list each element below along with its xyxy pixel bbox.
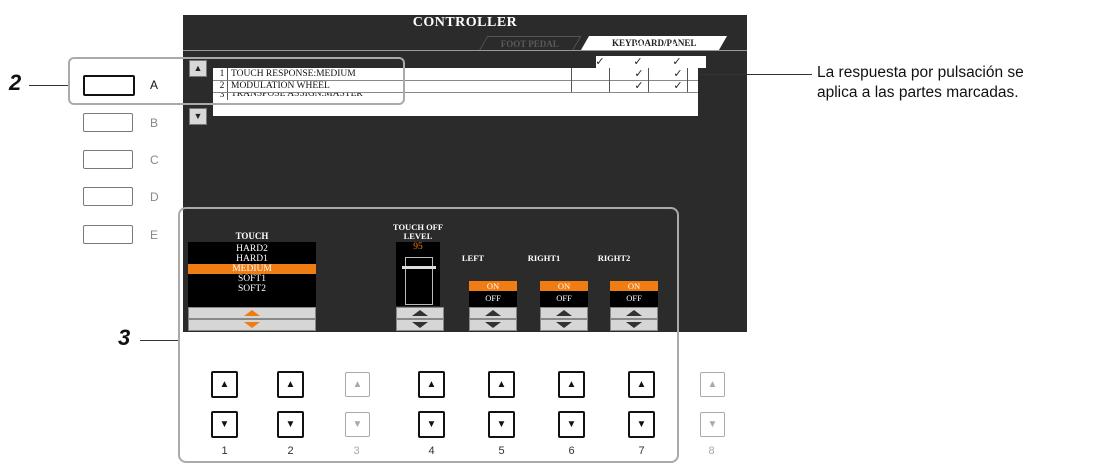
side-button-e-label: E xyxy=(150,228,159,242)
column-header-r2: R2 xyxy=(670,40,682,50)
button-number: 4 xyxy=(428,445,435,457)
button-7-up[interactable]: ▲ xyxy=(628,371,655,398)
header-check-r1[interactable]: ✓ xyxy=(618,56,658,68)
column-header-r1: R1 xyxy=(633,40,645,50)
button-5-down[interactable]: ▼ xyxy=(488,411,515,438)
screen-title: CONTROLLER xyxy=(412,15,518,30)
button-3-down[interactable]: ▼ xyxy=(345,412,370,437)
side-button-d[interactable] xyxy=(83,187,133,206)
header-check-left[interactable]: ✓ xyxy=(580,56,620,68)
tab-foot-pedal[interactable]: FOOT PEDAL xyxy=(478,36,582,51)
button-number: 7 xyxy=(638,445,645,457)
check-r2[interactable]: ✓ xyxy=(658,80,698,92)
side-button-b[interactable] xyxy=(83,113,133,132)
button-number: 2 xyxy=(287,445,294,457)
check-r1[interactable]: ✓ xyxy=(619,68,659,80)
side-button-c[interactable] xyxy=(83,150,133,169)
side-button-c-label: C xyxy=(150,153,159,167)
annotation-line-1: La respuesta por pulsación se xyxy=(817,64,1024,81)
button-4-up[interactable]: ▲ xyxy=(418,371,445,398)
annotation-text: La respuesta por pulsación se aplica a l… xyxy=(817,63,1092,103)
header-check-r2[interactable]: ✓ xyxy=(657,56,697,68)
check-r1[interactable]: ✓ xyxy=(619,80,659,92)
button-8-down[interactable]: ▼ xyxy=(700,412,725,437)
column-divider xyxy=(609,68,610,92)
button-2-up[interactable]: ▲ xyxy=(277,371,304,398)
annotation-leader xyxy=(700,74,812,75)
column-divider xyxy=(687,68,688,92)
check-r2[interactable]: ✓ xyxy=(658,68,698,80)
button-number: 8 xyxy=(708,445,715,457)
button-6-up[interactable]: ▲ xyxy=(558,371,585,398)
side-button-d-label: D xyxy=(150,190,159,204)
column-divider xyxy=(571,68,572,92)
side-button-b-label: B xyxy=(150,116,159,130)
annotation-line-2: aplica a las partes marcadas. xyxy=(817,84,1019,101)
button-1-up[interactable]: ▲ xyxy=(211,371,238,398)
tab-underline xyxy=(183,50,747,51)
side-button-e[interactable] xyxy=(83,225,133,244)
button-7-down[interactable]: ▼ xyxy=(628,411,655,438)
button-2-down[interactable]: ▼ xyxy=(277,411,304,438)
button-number: 3 xyxy=(353,445,360,457)
button-number: 5 xyxy=(498,445,505,457)
header-check-row: ✓ ✓ ✓ xyxy=(595,56,706,68)
button-4-down[interactable]: ▼ xyxy=(418,411,445,438)
button-1-down[interactable]: ▼ xyxy=(211,411,238,438)
button-5-up[interactable]: ▲ xyxy=(488,371,515,398)
button-8-up[interactable]: ▲ xyxy=(700,372,725,397)
tab-foot-pedal-label: FOOT PEDAL xyxy=(500,39,559,49)
side-button-a[interactable] xyxy=(83,75,135,96)
step-number-3: 3 xyxy=(118,325,131,350)
column-header-left: LEFT xyxy=(588,40,612,50)
step-3-leader xyxy=(140,340,178,341)
button-6-down[interactable]: ▼ xyxy=(558,411,585,438)
list-down-arrow-icon[interactable]: ▼ xyxy=(189,108,207,125)
button-number: 6 xyxy=(568,445,575,457)
button-number: 1 xyxy=(221,445,228,457)
step-2-leader xyxy=(29,85,68,86)
side-button-a-label: A xyxy=(150,78,159,92)
column-divider xyxy=(648,68,649,92)
step-number-2: 2 xyxy=(9,70,22,95)
button-3-up[interactable]: ▲ xyxy=(345,372,370,397)
